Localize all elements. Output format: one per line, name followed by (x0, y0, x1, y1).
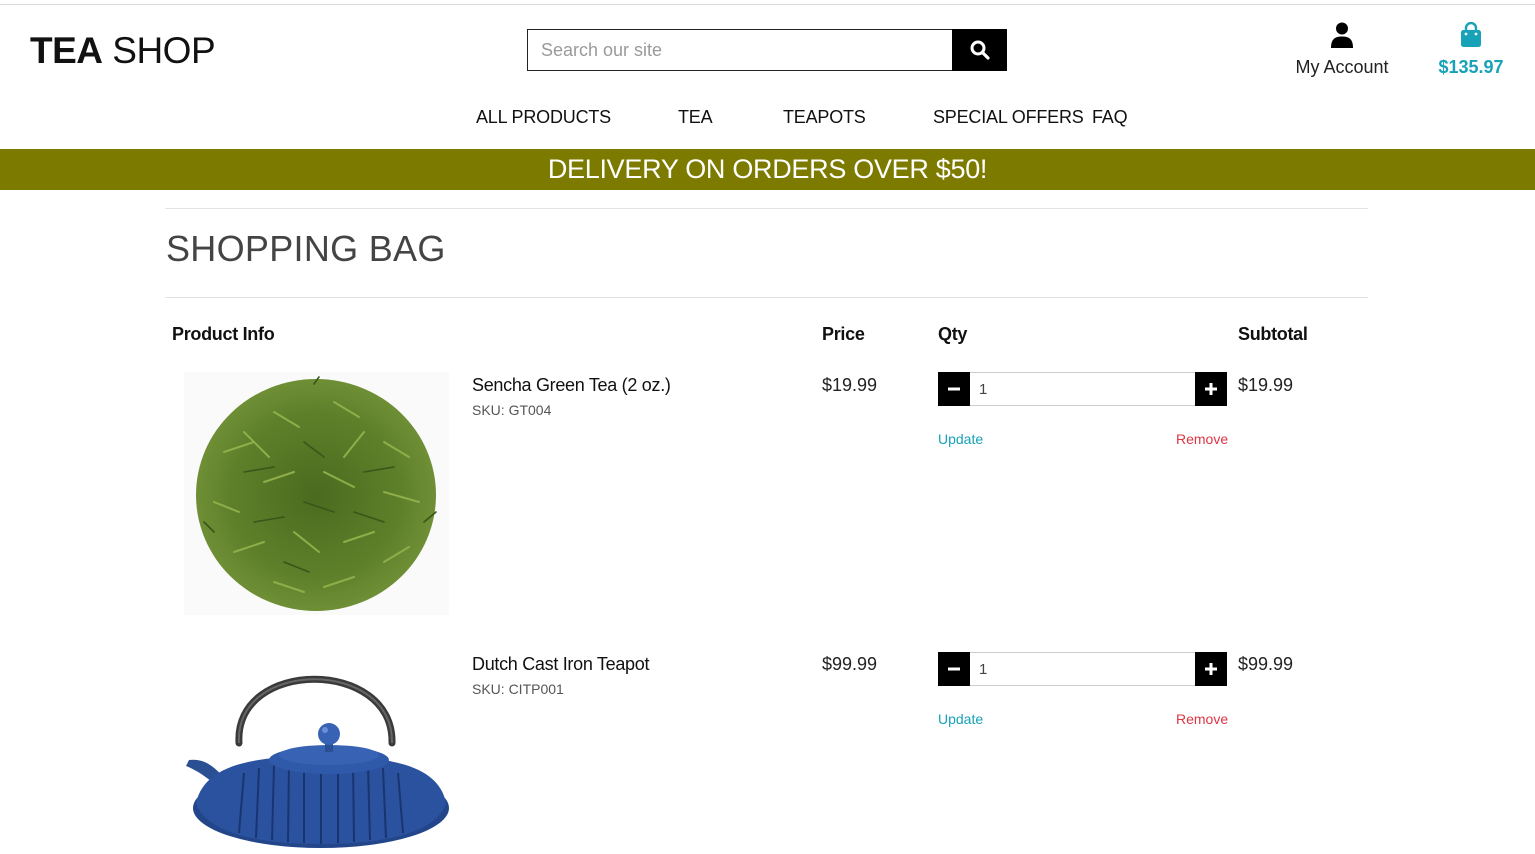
divider (165, 208, 1368, 209)
page-title: SHOPPING BAG (166, 228, 446, 269)
bag-total: $135.97 (1438, 57, 1504, 77)
shopping-bag-icon (1461, 21, 1481, 47)
increment-qty-button[interactable] (1195, 372, 1227, 406)
col-header-qty: Qty (938, 324, 968, 344)
top-border (0, 4, 1535, 5)
decrement-qty-button[interactable] (938, 372, 970, 406)
quantity-stepper (938, 372, 1227, 406)
user-icon (1331, 22, 1353, 48)
divider (165, 297, 1368, 298)
my-account-label: My Account (1295, 57, 1389, 77)
quantity-input[interactable] (970, 652, 1195, 686)
search-icon (970, 40, 990, 60)
search-form (527, 29, 1007, 71)
update-link[interactable]: Update (938, 711, 983, 727)
nav-special-offers[interactable]: SPECIAL OFFERS (933, 107, 1084, 128)
plus-icon (1205, 663, 1217, 675)
product-name[interactable]: Sencha Green Tea (2 oz.) (472, 375, 671, 396)
minus-icon (948, 387, 960, 391)
shopping-bag-link[interactable]: $135.97 (1432, 21, 1510, 78)
product-subtotal: $99.99 (1238, 654, 1294, 674)
plus-icon (1205, 383, 1217, 395)
remove-link[interactable]: Remove (1176, 431, 1228, 447)
product-price: $19.99 (822, 375, 878, 395)
nav-all-products[interactable]: ALL PRODUCTS (476, 107, 611, 128)
product-subtotal: $19.99 (1238, 375, 1294, 395)
delivery-banner: DELIVERY ON ORDERS OVER $50! (0, 149, 1535, 190)
product-image-sencha (184, 372, 449, 615)
decrement-qty-button[interactable] (938, 652, 970, 686)
remove-link[interactable]: Remove (1176, 711, 1228, 727)
increment-qty-button[interactable] (1195, 652, 1227, 686)
nav-tea[interactable]: TEA (678, 107, 713, 128)
search-input[interactable] (527, 29, 952, 71)
col-header-price: Price (822, 324, 865, 344)
col-header-product: Product Info (172, 324, 275, 344)
product-price: $99.99 (822, 654, 878, 674)
my-account-link[interactable]: My Account (1290, 22, 1394, 78)
update-link[interactable]: Update (938, 431, 983, 447)
logo-light-text: SHOP (112, 30, 216, 71)
product-name[interactable]: Dutch Cast Iron Teapot (472, 654, 649, 675)
minus-icon (948, 667, 960, 671)
search-button[interactable] (952, 29, 1007, 71)
nav-teapots[interactable]: TEAPOTS (783, 107, 866, 128)
logo-bold-text: TEA (30, 30, 103, 71)
product-sku: SKU: GT004 (472, 402, 552, 418)
site-logo[interactable]: TEA SHOP (30, 30, 216, 71)
product-image-teapot (184, 648, 449, 854)
quantity-stepper (938, 652, 1227, 686)
product-sku: SKU: CITP001 (472, 681, 564, 697)
col-header-subtotal: Subtotal (1238, 324, 1308, 344)
main-nav: ALL PRODUCTS TEA TEAPOTS SPECIAL OFFERS … (0, 107, 1535, 129)
nav-faq[interactable]: FAQ (1092, 107, 1128, 128)
quantity-input[interactable] (970, 372, 1195, 406)
